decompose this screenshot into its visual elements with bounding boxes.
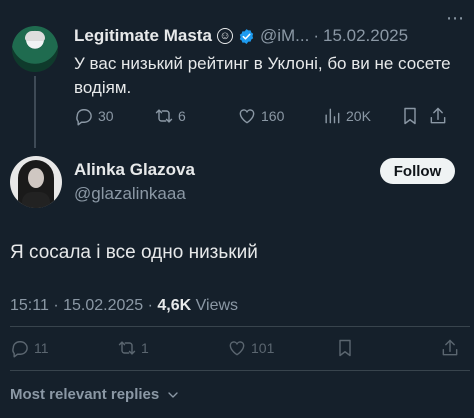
- author-handle[interactable]: @glazalinkaaa: [74, 184, 186, 204]
- thread-line: [34, 76, 36, 148]
- main-tweet-text: Я сосала і все одно низький: [10, 242, 258, 263]
- reply-count: 30: [98, 108, 114, 124]
- replies-sort-label: Most relevant replies: [10, 386, 160, 403]
- separator-dot: ·: [313, 26, 319, 45]
- separator-dot: ·: [53, 297, 59, 314]
- verified-badge-icon: [239, 28, 254, 44]
- like-button[interactable]: 160: [237, 104, 284, 128]
- author-avatar[interactable]: [10, 156, 62, 208]
- retweet-button[interactable]: 1: [117, 336, 149, 360]
- tweet-time[interactable]: 15:11: [10, 297, 49, 314]
- reply-icon: [12, 341, 28, 358]
- retweet-count: 6: [178, 108, 186, 124]
- share-icon: [430, 107, 446, 124]
- bookmark-button[interactable]: [335, 336, 359, 360]
- parent-tweet-text: У вас низький рейтинг в Уклоні, бо ви не…: [74, 54, 451, 97]
- heart-icon: [239, 109, 255, 124]
- retweet-icon: [155, 109, 173, 123]
- divider: [10, 326, 470, 327]
- divider: [10, 370, 470, 371]
- main-tweet: Alinka Glazova @glazalinkaaa Follow Я со…: [0, 146, 474, 418]
- retweet-count: 1: [141, 340, 149, 356]
- tweet-meta: 15:11 · 15.02.2025 · 4,6K Views: [10, 297, 238, 315]
- heart-icon: [229, 341, 245, 356]
- author-name[interactable]: Alinka Glazova: [74, 160, 195, 180]
- reply-icon: [76, 109, 92, 126]
- parent-tweet-header: Legitimate Masta ☺ @iM... · 15.02.2025: [74, 24, 408, 48]
- main-action-bar: 11 1 101: [10, 336, 474, 360]
- views-chart-icon: [325, 108, 340, 124]
- views-label: Views: [195, 297, 239, 314]
- views-button[interactable]: 20K: [322, 104, 371, 128]
- more-options-icon[interactable]: ⋯: [440, 8, 470, 28]
- parent-tweet-date[interactable]: 15.02.2025: [323, 26, 408, 46]
- share-button[interactable]: [428, 104, 452, 128]
- retweet-button[interactable]: 6: [154, 104, 186, 128]
- parent-action-bar: 30 6 160 20K: [74, 104, 474, 128]
- chevron-down-icon: [168, 391, 178, 398]
- replies-sort-dropdown[interactable]: Most relevant replies: [10, 386, 181, 403]
- parent-author-name[interactable]: Legitimate Masta: [74, 26, 212, 46]
- bookmark-button[interactable]: [400, 104, 424, 128]
- views-count: 4,6K: [157, 297, 192, 314]
- like-count: 101: [251, 340, 275, 356]
- follow-button[interactable]: Follow: [380, 158, 455, 184]
- retweet-icon: [118, 341, 136, 355]
- separator-dot: ·: [147, 297, 153, 314]
- parent-avatar[interactable]: [12, 26, 58, 72]
- views-count: 20K: [346, 108, 371, 124]
- reply-button[interactable]: 11: [10, 336, 49, 360]
- parent-author-handle[interactable]: @iM...: [260, 26, 309, 46]
- tweet-date[interactable]: 15.02.2025: [63, 297, 143, 314]
- reply-count: 11: [34, 340, 49, 356]
- bookmark-icon: [339, 339, 351, 357]
- reply-button[interactable]: 30: [74, 104, 114, 128]
- like-count: 160: [261, 108, 285, 124]
- share-icon: [442, 339, 458, 356]
- share-button[interactable]: [440, 336, 464, 360]
- like-button[interactable]: 101: [227, 336, 274, 360]
- parent-tweet[interactable]: Legitimate Masta ☺ @iM... · 15.02.2025 ⋯…: [0, 0, 474, 148]
- smile-emoji-icon: ☺: [216, 28, 233, 44]
- bookmark-icon: [404, 107, 416, 125]
